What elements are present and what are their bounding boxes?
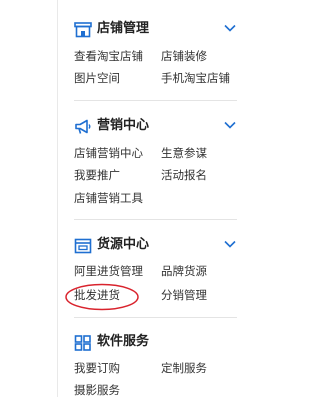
link-picture-space[interactable]: 图片空间 xyxy=(74,71,120,85)
link-photography-service[interactable]: 摄影服务 xyxy=(74,383,120,397)
chevron-down-icon[interactable] xyxy=(223,237,237,251)
highlight-circle-annotation xyxy=(65,283,139,311)
link-ali-purchase-management[interactable]: 阿里进货管理 xyxy=(74,264,143,278)
link-business-advisor[interactable]: 生意参谋 xyxy=(161,146,207,160)
browser-window-icon xyxy=(74,238,92,254)
chevron-down-icon[interactable] xyxy=(223,21,237,35)
section-header-marketing-center[interactable]: 营销中心 xyxy=(74,117,244,137)
link-shop-marketing-center[interactable]: 店铺营销中心 xyxy=(74,146,143,160)
section-title: 店铺管理 xyxy=(97,21,150,36)
grid-apps-icon xyxy=(74,335,91,351)
section-divider xyxy=(74,317,237,318)
link-event-signup[interactable]: 活动报名 xyxy=(161,168,207,182)
link-promotion[interactable]: 我要推广 xyxy=(74,168,120,182)
section-header-shop-management[interactable]: 店铺管理 xyxy=(74,20,244,40)
section-title: 货源中心 xyxy=(97,237,150,252)
section-divider xyxy=(74,219,237,220)
link-view-taobao-shop[interactable]: 查看淘宝店铺 xyxy=(74,49,143,63)
section-divider xyxy=(74,100,237,101)
shop-icon xyxy=(74,22,92,38)
link-distribution-management[interactable]: 分销管理 xyxy=(161,288,207,302)
link-shop-marketing-tools[interactable]: 店铺营销工具 xyxy=(74,191,143,205)
section-title: 软件服务 xyxy=(97,334,150,349)
sidebar-divider-line xyxy=(57,0,58,397)
section-header-sourcing-center[interactable]: 货源中心 xyxy=(74,236,244,256)
link-custom-service[interactable]: 定制服务 xyxy=(161,361,207,375)
megaphone-icon xyxy=(75,119,91,134)
link-brand-sourcing[interactable]: 品牌货源 xyxy=(161,264,207,278)
section-title: 营销中心 xyxy=(97,118,150,133)
link-mobile-taobao-shop[interactable]: 手机淘宝店铺 xyxy=(161,71,230,85)
link-subscribe[interactable]: 我要订购 xyxy=(74,361,120,375)
link-shop-decoration[interactable]: 店铺装修 xyxy=(161,49,207,63)
section-header-software-services[interactable]: 软件服务 xyxy=(74,333,244,353)
chevron-down-icon[interactable] xyxy=(223,118,237,132)
